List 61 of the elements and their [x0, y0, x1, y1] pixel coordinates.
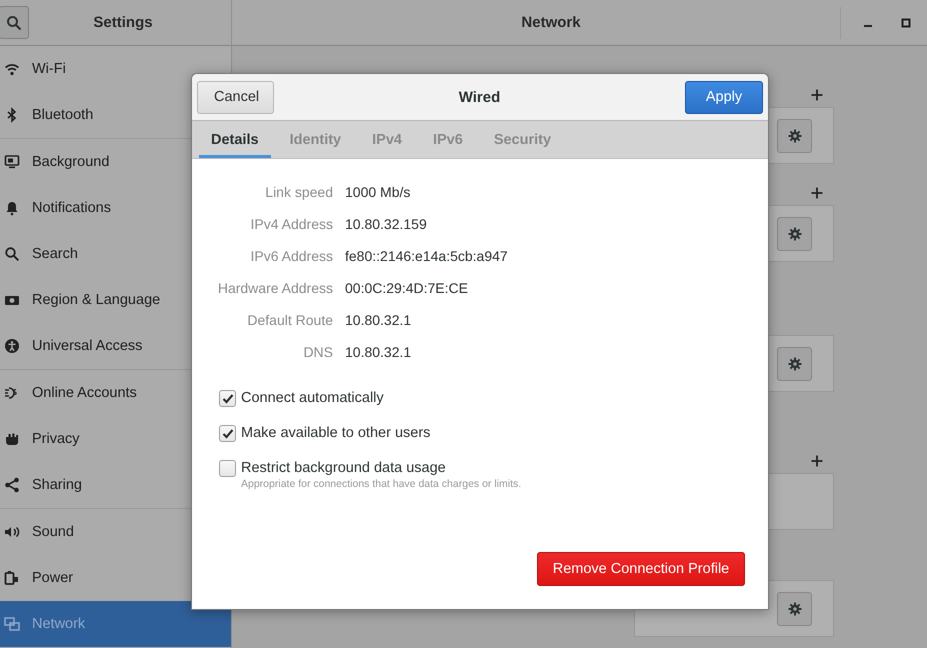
- sidebar-item[interactable]: Power: [0, 555, 231, 601]
- checkbox-label: Restrict background data usage: [241, 459, 447, 477]
- plus-icon: [811, 186, 823, 198]
- settings-button[interactable]: [777, 216, 812, 250]
- monitor-icon: [4, 154, 20, 170]
- add-button[interactable]: [810, 186, 824, 200]
- field-label: Default Route: [246, 311, 333, 330]
- search-icon: [6, 14, 22, 30]
- sidebar-item[interactable]: Sharing: [0, 462, 231, 508]
- settings-button[interactable]: [777, 118, 812, 152]
- checkbox-label: Make available to other users: [241, 424, 430, 442]
- field-label: IPv6 Address: [250, 247, 333, 266]
- field-label: Link speed: [264, 183, 333, 202]
- sidebar-item[interactable]: Notifications: [0, 185, 231, 231]
- speaker-icon: [4, 524, 20, 540]
- gear-icon: [788, 128, 802, 142]
- gear-icon: [788, 226, 802, 240]
- search-icon: [4, 246, 20, 262]
- wifi-icon: [4, 61, 20, 77]
- field-label: DNS: [302, 343, 333, 362]
- cancel-button[interactable]: Cancel: [197, 80, 274, 114]
- settings-button[interactable]: [777, 346, 812, 380]
- bell-icon: [4, 200, 20, 216]
- sidebar-title: Settings: [92, 14, 154, 31]
- hand-icon: [4, 431, 20, 447]
- sidebar-item[interactable]: Search: [0, 231, 231, 277]
- network-icon: [4, 616, 20, 632]
- field-value: 10.80.32.1: [345, 311, 412, 330]
- add-button[interactable]: [810, 454, 824, 468]
- sidebar-item[interactable]: Online Accounts: [0, 370, 231, 416]
- accessibility-icon: [4, 338, 20, 354]
- field-label: Hardware Address: [216, 279, 333, 298]
- gear-icon: [788, 356, 802, 370]
- search-button[interactable]: [0, 6, 29, 39]
- field-value: 1000 Mb/s: [345, 183, 412, 202]
- plus-icon: [811, 88, 823, 100]
- checkbox[interactable]: [219, 460, 236, 477]
- sidebar-item[interactable]: Universal Access: [0, 323, 231, 369]
- settings-button[interactable]: [777, 592, 812, 626]
- gear-icon: [788, 602, 802, 616]
- hint-text: Appropriate for connections that have data charges or limits.: [241, 477, 522, 491]
- battery-plug-icon: [4, 570, 20, 586]
- field-value: 10.80.32.159: [345, 215, 428, 234]
- remove-connection-button[interactable]: Remove Connection Profile: [537, 552, 745, 586]
- field-value: 00:0C:29:4D:7E:CE: [345, 279, 469, 298]
- add-button[interactable]: [810, 88, 824, 102]
- dialog-title: Wired: [458, 88, 500, 106]
- share-icon: [4, 477, 20, 493]
- field-value: fe80::2146:e14a:5cb:a947: [345, 247, 508, 266]
- sidebar-item[interactable]: Privacy: [0, 416, 231, 462]
- field-label: IPv4 Address: [250, 215, 333, 234]
- checkbox-label: Connect automatically: [241, 389, 384, 407]
- checkbox[interactable]: [219, 390, 236, 407]
- checkbox[interactable]: [219, 425, 236, 442]
- field-value: 10.80.32.1: [345, 343, 412, 362]
- maximize-icon[interactable]: [901, 18, 911, 28]
- window-title: Network: [520, 14, 582, 31]
- tab[interactable]: Details: [199, 121, 271, 158]
- apply-button[interactable]: Apply: [684, 80, 763, 114]
- sidebar-item[interactable]: Sound: [0, 509, 231, 555]
- plus-icon: [811, 454, 823, 466]
